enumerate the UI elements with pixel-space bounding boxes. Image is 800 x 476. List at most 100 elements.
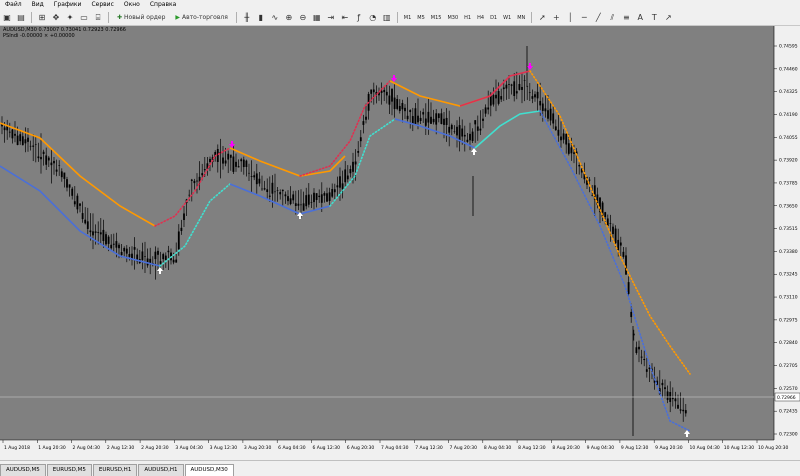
navigator-icon[interactable]: ✦ (64, 12, 76, 24)
candle-body (508, 84, 510, 85)
candle-body (570, 147, 573, 154)
candle-body (313, 192, 315, 203)
candle-body (222, 157, 224, 164)
candle-body (385, 91, 388, 96)
candle-body (255, 173, 258, 185)
candle-body (521, 86, 523, 90)
menu-item-2[interactable]: Графики (49, 0, 87, 10)
candle-body (271, 182, 274, 194)
toolbar-separator (235, 12, 237, 23)
timeframe-m1[interactable]: M1 (401, 15, 415, 21)
candle-body (60, 171, 63, 178)
templates-icon[interactable]: ▥ (381, 12, 393, 24)
candle-body (419, 117, 422, 121)
candle-body (619, 242, 622, 246)
chart-tab[interactable]: EURUSD,M5 (46, 464, 92, 476)
tester-icon[interactable]: ⌸ (92, 12, 104, 24)
menu-item-5[interactable]: Справка (145, 0, 181, 10)
zoom-in-icon[interactable]: ⊕ (283, 12, 295, 24)
auto-trading-button[interactable]: ▶ Авто-торговля (171, 11, 231, 25)
candle-body (609, 223, 612, 225)
horizontal-line-icon[interactable]: ─ (578, 12, 590, 24)
price-chart[interactable]: 0.72966 0.74595 0.74460 0.74325 0.74190 0.740… (0, 26, 800, 460)
toolbar-separator (31, 12, 32, 23)
crosshair-icon[interactable]: + (550, 12, 562, 24)
candle-body (245, 160, 248, 167)
line-chart-icon[interactable]: ∿ (269, 12, 281, 24)
candle-body (47, 157, 50, 161)
new-order-button[interactable]: ✚ Новый ордер (113, 11, 169, 25)
candle-body (34, 144, 37, 145)
candle-body (21, 136, 24, 146)
chart-tab[interactable]: EURUSD,H1 (92, 464, 138, 476)
candle-body (294, 203, 297, 206)
timeframe-m5[interactable]: M5 (414, 15, 428, 21)
menu-item-4[interactable]: Окно (119, 0, 145, 10)
candle-body (398, 105, 401, 112)
chart-tab[interactable]: AUDUSD,M5 (0, 464, 46, 476)
arrows-icon[interactable]: ↗ (662, 12, 674, 24)
menu-item-1[interactable]: Вид (27, 0, 49, 10)
bar-chart-icon[interactable]: ╫ (241, 12, 253, 24)
trendline-icon[interactable]: ╱ (592, 12, 604, 24)
chart-shift-icon[interactable]: ⇤ (339, 12, 351, 24)
toolbar-separator (531, 12, 533, 23)
timeframe-h1[interactable]: H1 (461, 15, 474, 21)
fibonacci-icon[interactable]: ≡ (620, 12, 632, 24)
candle-body (68, 184, 71, 188)
vertical-line-icon[interactable]: │ (564, 12, 576, 24)
text-icon[interactable]: A (634, 12, 646, 24)
new-chart-icon[interactable]: ▣ (1, 12, 13, 24)
candlestick-icon[interactable]: ▮ (255, 12, 267, 24)
candle-body (50, 162, 53, 166)
candle-body (664, 387, 666, 390)
candle-body (315, 193, 318, 200)
candle-body (141, 251, 144, 261)
profiles-icon[interactable]: ▤ (15, 12, 27, 24)
candle-body (227, 153, 230, 160)
terminal-icon[interactable]: ▭ (78, 12, 90, 24)
autoscroll-icon[interactable]: ⇥ (325, 12, 337, 24)
chart-window[interactable]: 0.72966 0.74595 0.74460 0.74325 0.74190 0.740… (0, 26, 800, 460)
timeframe-h4[interactable]: H4 (474, 15, 487, 21)
price-label: 0.73650 (779, 203, 798, 209)
candle-body (261, 188, 263, 190)
candle-body (99, 232, 102, 235)
candle-body (258, 178, 261, 184)
candle-body (164, 255, 167, 260)
candle-body (66, 179, 68, 188)
menu-item-0[interactable]: Файл (0, 0, 27, 10)
zoom-out-icon[interactable]: ⊖ (297, 12, 309, 24)
time-label: 2 Aug 20:30 (141, 445, 169, 451)
timeframe-w1[interactable]: W1 (500, 15, 514, 21)
timeframe-m15[interactable]: M15 (428, 15, 445, 21)
market-watch-icon[interactable]: ⊞ (36, 12, 48, 24)
menu-item-3[interactable]: Сервис (86, 0, 118, 10)
candle-body (417, 115, 419, 123)
chart-tab[interactable]: AUDUSD,H1 (138, 464, 184, 476)
timeframe-m30[interactable]: M30 (444, 15, 461, 21)
candle-body (661, 382, 664, 386)
price-label: 0.74460 (779, 66, 798, 72)
cursor-icon[interactable]: ➚ (536, 12, 548, 24)
candle-body (341, 183, 344, 190)
candle-body (201, 173, 204, 176)
chart-info: AUDUSD,M30 0.73007 0.73041 0.72923 0.729… (3, 27, 126, 39)
tile-windows-icon[interactable]: ▦ (311, 12, 323, 24)
time-label: 3 Aug 12:30 (210, 445, 238, 451)
candle-body (671, 397, 674, 400)
indicator-info: PSIndi -0.00000 × +0.00000 (3, 33, 75, 39)
data-window-icon[interactable]: ✥ (50, 12, 62, 24)
timeframe-d1[interactable]: D1 (487, 15, 500, 21)
candle-body (635, 347, 638, 353)
chart-tab[interactable]: AUDUSD,M30 (184, 464, 234, 476)
candle-body (276, 190, 279, 191)
candle-body (450, 124, 453, 130)
indicators-icon[interactable]: ƒ (353, 12, 365, 24)
candle-body (263, 188, 266, 190)
timeframe-mn[interactable]: MN (514, 15, 528, 21)
periods-icon[interactable]: ◔ (367, 12, 379, 24)
equidistant-channel-icon[interactable]: ⫽ (606, 12, 618, 24)
price-label: 0.73920 (779, 158, 798, 164)
label-icon[interactable]: T (648, 12, 660, 24)
